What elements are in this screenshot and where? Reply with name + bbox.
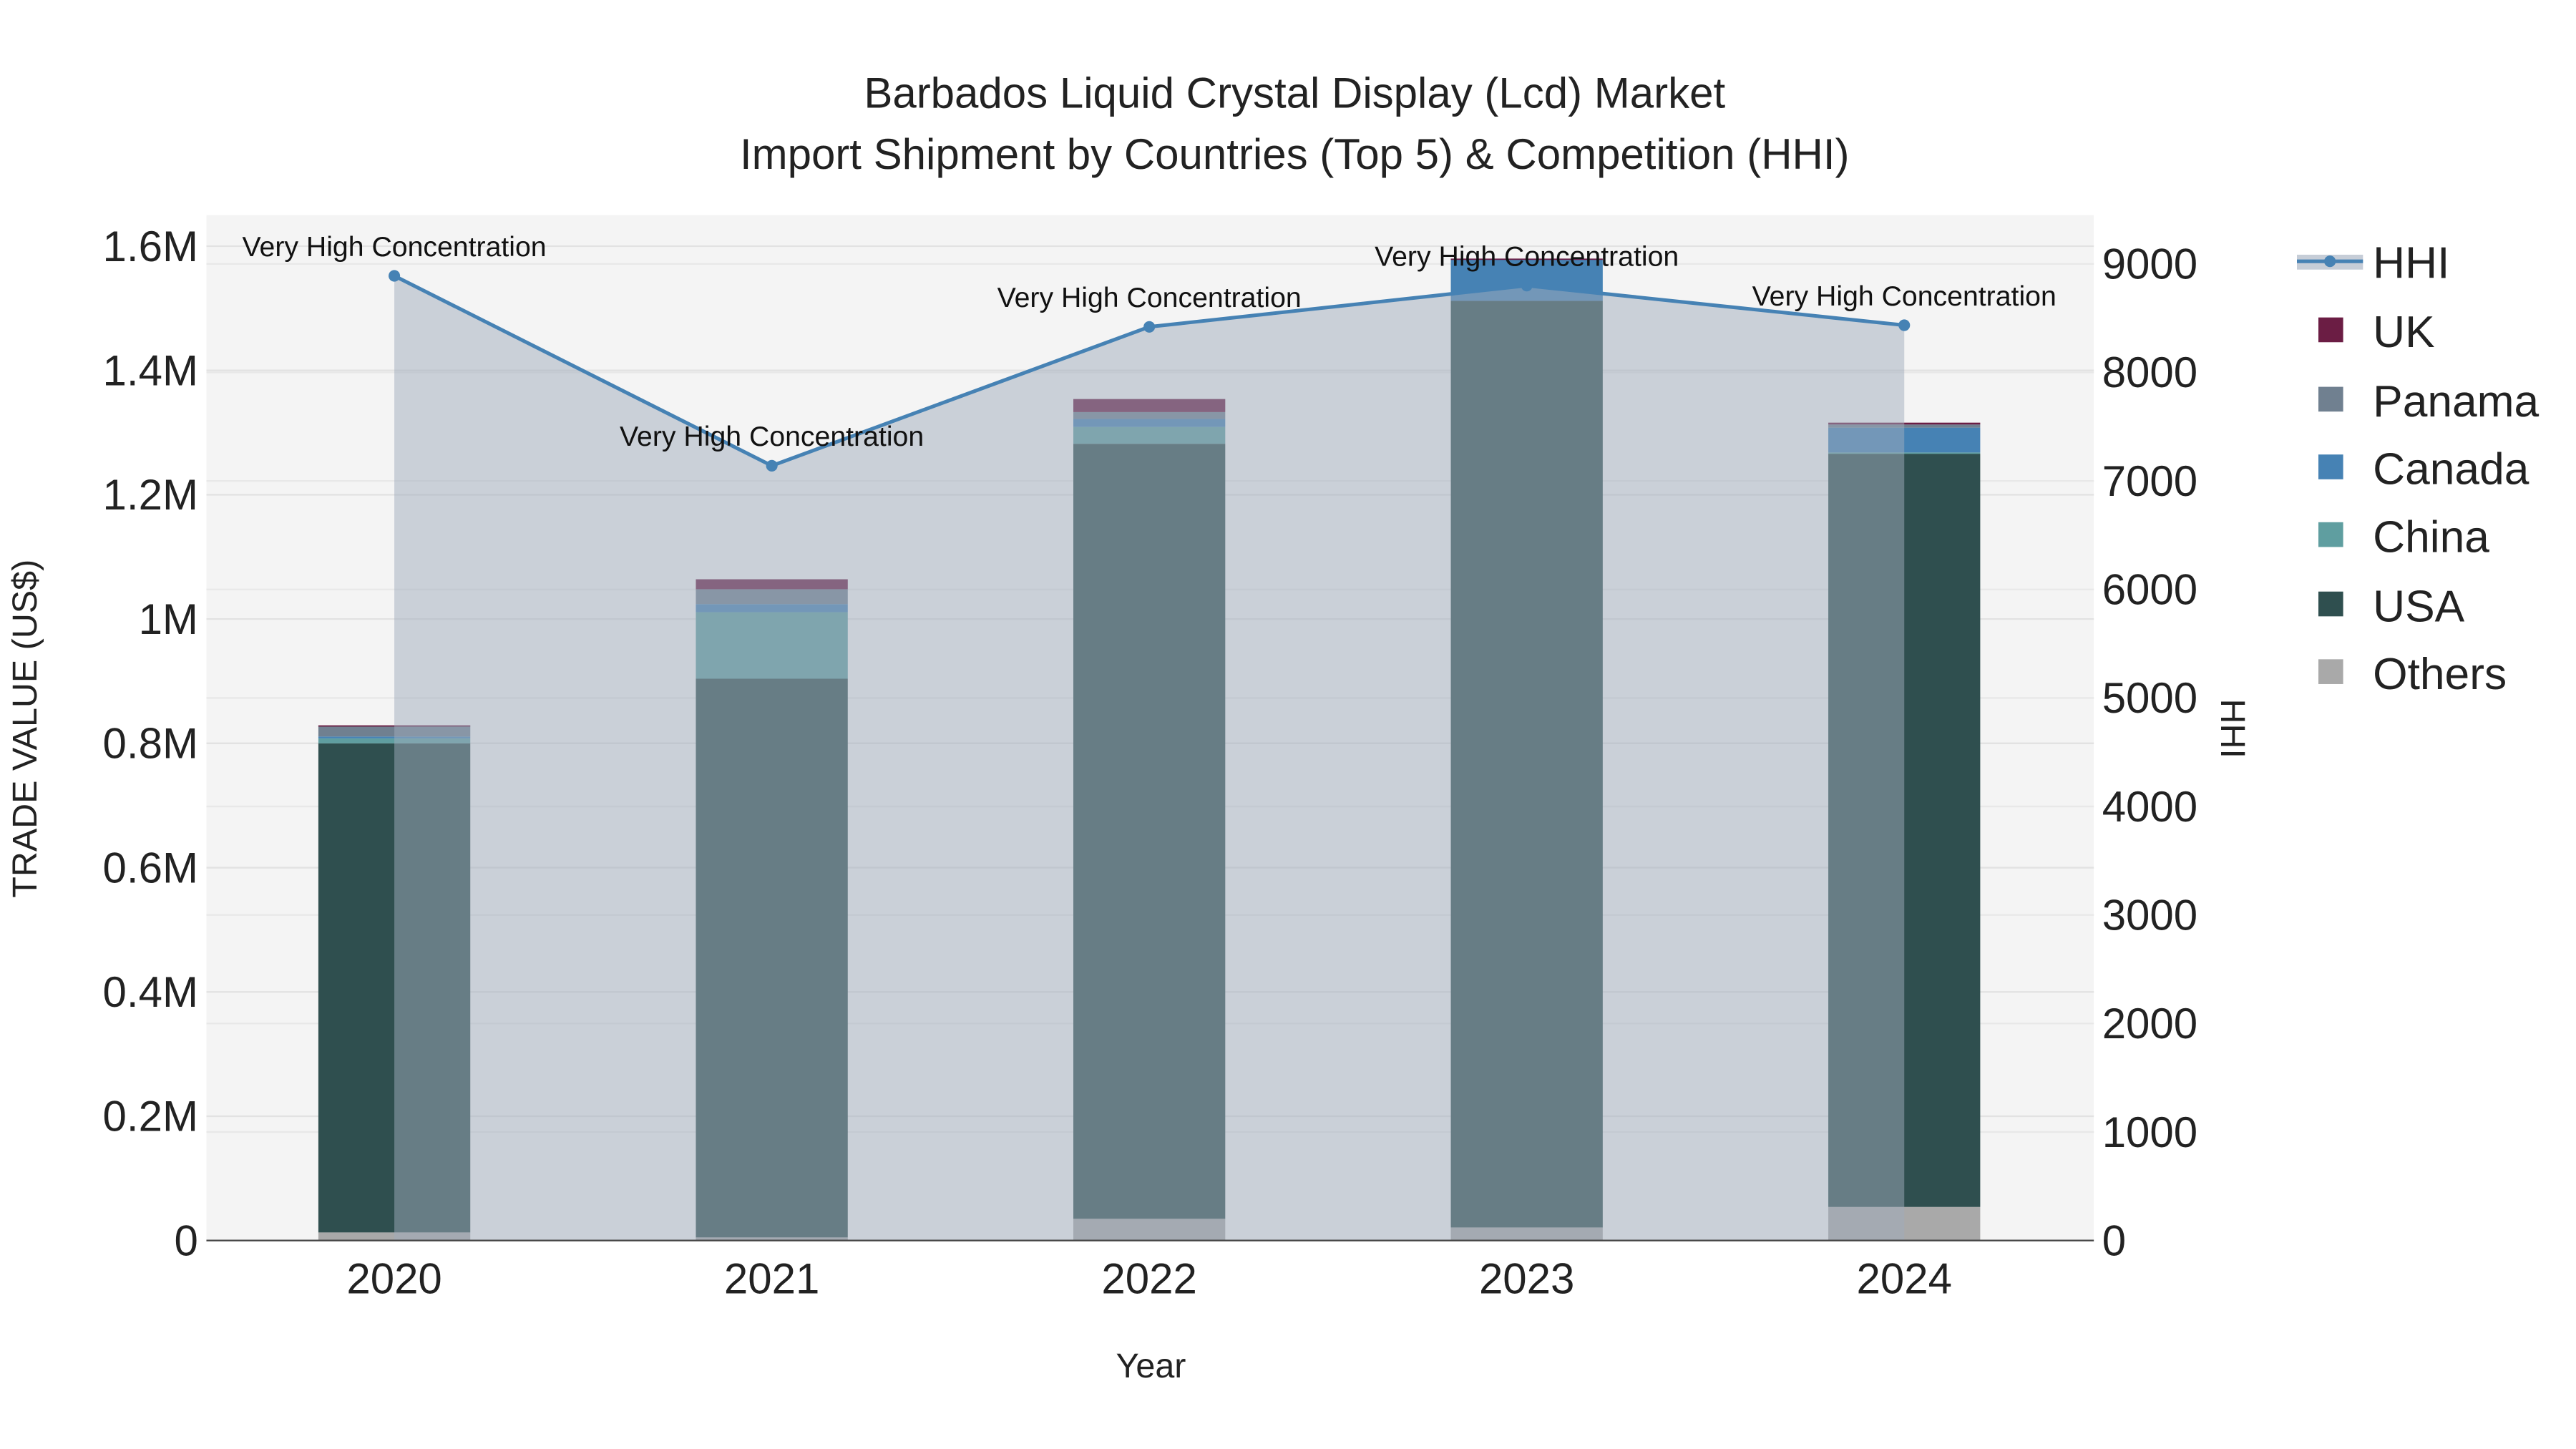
- legend-label-hhi: HHI: [2373, 238, 2449, 288]
- y2-tick-label: 4000: [2102, 783, 2197, 831]
- hhi-point-2021: [766, 459, 778, 472]
- legend-label-others: Others: [2373, 650, 2507, 699]
- y-tick-label: 1.6M: [103, 223, 198, 270]
- hhi-point-2023: [1521, 280, 1533, 292]
- chart-title-line1: Barbados Liquid Crystal Display (Lcd) Ma…: [864, 69, 1725, 117]
- y2-tick-label: 3000: [2102, 891, 2197, 939]
- hhi-annotation: Very High Concentration: [620, 421, 924, 452]
- y-tick-label: 0.8M: [103, 720, 198, 768]
- hhi-annotation: Very High Concentration: [243, 231, 547, 263]
- legend-swatch-china: [2318, 522, 2343, 547]
- hhi-annotation: Very High Concentration: [997, 282, 1302, 313]
- legend-swatch-usa: [2318, 591, 2343, 617]
- legend: HHI UK Panama Canada China USA Others: [2296, 238, 2540, 699]
- hhi-annotation: Very High Concentration: [1375, 240, 1679, 272]
- legend-label-china: China: [2373, 512, 2489, 562]
- x-tick-label: 2024: [1856, 1255, 1951, 1303]
- y2-tick-label: 6000: [2102, 566, 2197, 614]
- legend-swatch-canada: [2318, 454, 2343, 479]
- y-tick-label: 0.2M: [103, 1093, 198, 1141]
- legend-label-panama: Panama: [2373, 377, 2539, 426]
- hhi-point-2020: [389, 270, 401, 282]
- legend-label-usa: USA: [2373, 582, 2465, 631]
- chart-title-line2: Import Shipment by Countries (Top 5) & C…: [740, 130, 1850, 178]
- legend-marker-hhi: [2324, 255, 2336, 268]
- y2-tick-label: 7000: [2102, 457, 2197, 505]
- y-axis-title: TRADE VALUE (US$): [6, 560, 44, 898]
- y-tick-label: 1.4M: [103, 346, 198, 394]
- x-tick-label: 2022: [1101, 1255, 1196, 1303]
- legend-label-uk: UK: [2373, 308, 2435, 357]
- y-tick-label: 1.2M: [103, 471, 198, 519]
- y2-tick-label: 1000: [2102, 1108, 2197, 1156]
- legend-swatch-uk: [2318, 317, 2343, 343]
- y-tick-label: 0.6M: [103, 844, 198, 892]
- x-tick-label: 2023: [1479, 1255, 1574, 1303]
- y2-tick-label: 5000: [2102, 674, 2197, 722]
- hhi-point-2024: [1898, 319, 1911, 331]
- hhi-annotation: Very High Concentration: [1752, 280, 2057, 312]
- hhi-point-2022: [1143, 321, 1156, 333]
- y2-tick-label: 0: [2102, 1216, 2126, 1264]
- legend-swatch-panama: [2318, 386, 2343, 412]
- x-tick-label: 2020: [346, 1255, 441, 1303]
- y-tick-label: 0.4M: [103, 968, 198, 1016]
- chart: Very High Concentration Very High Concent…: [6, 69, 2540, 1386]
- legend-label-canada: Canada: [2373, 445, 2529, 494]
- y-tick-label: 0: [175, 1216, 198, 1264]
- y2-axis-title: HHI: [2213, 699, 2252, 758]
- legend-swatch-others: [2318, 659, 2343, 684]
- y2-tick-label: 2000: [2102, 1000, 2197, 1048]
- x-axis-title: Year: [1116, 1347, 1186, 1385]
- y2-tick-label: 9000: [2102, 240, 2197, 288]
- x-tick-label: 2021: [724, 1255, 819, 1303]
- y-tick-label: 1M: [139, 595, 198, 643]
- y2-tick-label: 8000: [2102, 348, 2197, 396]
